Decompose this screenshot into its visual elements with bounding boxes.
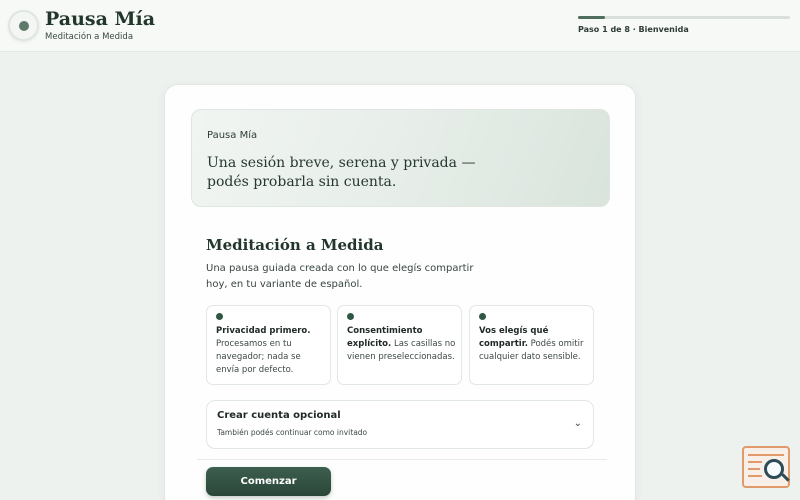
feature-text: Privacidad primero. Procesamos en tu nav… xyxy=(216,325,326,377)
feature-text: Consentimiento explícito. Las casillas n… xyxy=(347,325,457,364)
progress-label: Paso 1 de 8 · Bienvenida xyxy=(578,25,689,34)
widget-line xyxy=(748,475,762,477)
magnifier-handle xyxy=(781,473,790,482)
help-search-icon[interactable] xyxy=(742,446,790,488)
bullet-dot-icon xyxy=(216,313,223,320)
app-subtitle: Meditación a Medida xyxy=(45,32,134,42)
logo-dot xyxy=(19,21,29,31)
account-title: Crear cuenta opcional xyxy=(217,410,341,421)
logo-icon xyxy=(8,10,39,41)
feature-text: Vos elegís qué compartir. Podés omitir c… xyxy=(479,325,589,364)
section-description: Una pausa guiada creada con lo que elegí… xyxy=(206,263,474,290)
feature-title: Privacidad primero. xyxy=(216,326,311,336)
hero-label: Pausa Mía xyxy=(207,130,258,141)
widget-line xyxy=(748,468,760,470)
start-button[interactable]: Comenzar xyxy=(206,467,331,496)
feature-card-consent: Consentimiento explícito. Las casillas n… xyxy=(337,305,462,385)
widget-line xyxy=(748,461,762,463)
progress-fill xyxy=(578,16,605,19)
feature-card-privacy: Privacidad primero. Procesamos en tu nav… xyxy=(206,305,331,385)
hero-text: Una sesión breve, serena y privada — pod… xyxy=(207,155,476,190)
bullet-dot-icon xyxy=(479,313,486,320)
account-subtitle: También podés continuar como invitado xyxy=(217,428,368,437)
feature-card-choice: Vos elegís qué compartir. Podés omitir c… xyxy=(469,305,594,385)
top-bar: Pausa Mía Meditación a Medida Paso 1 de … xyxy=(0,0,800,52)
optional-account-toggle[interactable]: Crear cuenta opcional También podés cont… xyxy=(206,400,594,449)
welcome-card: Pausa Mía Una sesión breve, serena y pri… xyxy=(164,84,636,500)
hero-banner: Pausa Mía Una sesión breve, serena y pri… xyxy=(191,109,610,207)
feature-body: Procesamos en tu navegador; nada se enví… xyxy=(216,339,301,375)
progress-bar xyxy=(578,16,790,19)
widget-line xyxy=(748,454,784,456)
bullet-dot-icon xyxy=(347,313,354,320)
chevron-down-icon: ⌄ xyxy=(573,418,582,429)
section-title: Meditación a Medida xyxy=(206,236,384,254)
app-title: Pausa Mía xyxy=(45,8,156,30)
divider xyxy=(197,459,607,460)
